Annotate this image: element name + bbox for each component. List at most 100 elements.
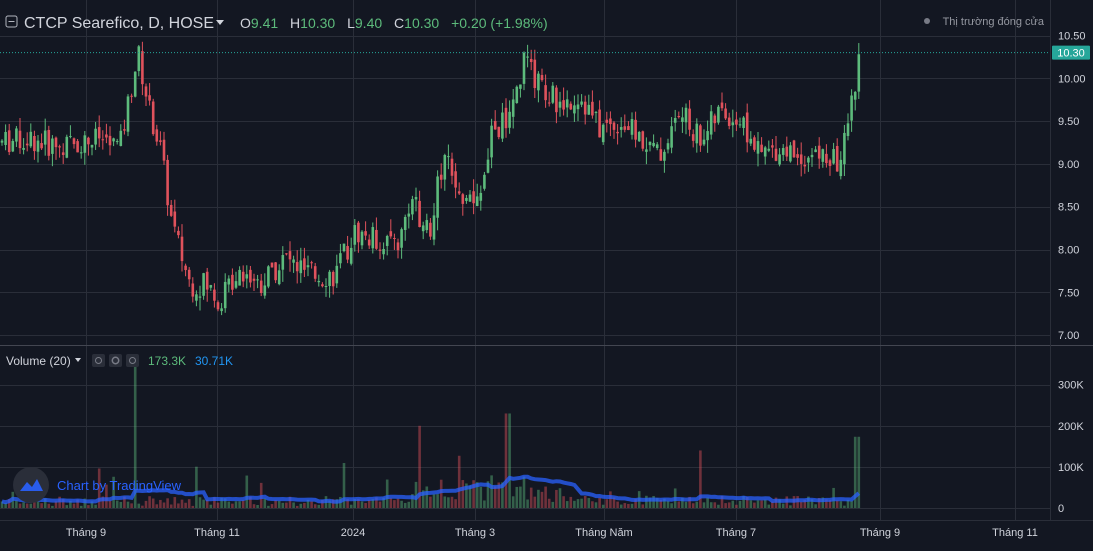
watermark-text: Chart by TradingView — [57, 478, 182, 493]
candle-body — [688, 108, 691, 130]
price-tick-label: 7.50 — [1058, 287, 1079, 299]
time-tick-label: 2024 — [341, 527, 365, 539]
price-tick-label: 8.00 — [1058, 245, 1079, 257]
candle-body — [105, 134, 108, 138]
candle-body — [616, 131, 619, 134]
volume-bar — [587, 498, 591, 508]
volume-bar — [605, 499, 609, 508]
candle-body — [839, 159, 843, 177]
volume-bar — [537, 489, 540, 508]
volume-bar — [569, 496, 573, 508]
volume-bar — [119, 501, 123, 508]
candle-body — [205, 271, 209, 290]
candle-body — [785, 146, 789, 157]
volume-bar — [238, 501, 241, 508]
candle-body — [429, 222, 432, 237]
candle-body — [220, 308, 223, 312]
volume-bar — [29, 503, 33, 508]
candle-body — [393, 237, 396, 239]
volume-bar — [814, 504, 817, 508]
volume-bar — [295, 505, 299, 508]
candle-body — [497, 126, 501, 138]
symbol-legend[interactable]: CTCP Searefico, D, HOSE O9.41 H10.30 L9.… — [5, 15, 548, 32]
candle-body — [580, 101, 583, 105]
volume-bar — [65, 505, 69, 508]
candle-body — [695, 123, 699, 144]
candle-body — [231, 274, 234, 290]
candle-body — [432, 215, 436, 240]
volume-bar — [483, 500, 486, 508]
candle-body — [555, 87, 558, 113]
volume-bar — [544, 486, 547, 508]
volume-bar — [781, 503, 785, 508]
volume-bar — [627, 503, 630, 508]
visibility-icon[interactable] — [92, 354, 105, 367]
volume-bar — [609, 491, 612, 508]
volume-bar — [713, 502, 717, 508]
candle-body — [303, 258, 306, 270]
settings-icon[interactable] — [109, 354, 122, 367]
volume-bar — [108, 500, 112, 508]
candle-body — [551, 85, 555, 103]
candle-body — [375, 229, 378, 249]
volume-bar — [738, 500, 742, 508]
volume-bar — [184, 502, 187, 508]
candle-body — [493, 121, 497, 130]
volume-bar — [159, 499, 162, 508]
candle-body — [501, 112, 504, 139]
candle-body — [609, 118, 612, 125]
volume-bar — [749, 500, 753, 508]
candle-body — [249, 269, 252, 283]
tradingview-chart[interactable]: 10.50 10.00 9.50 9.00 8.50 8.00 7.50 7.00 10.30… — [0, 0, 1093, 551]
candle-body — [472, 191, 475, 204]
candle-body — [51, 138, 54, 154]
candle-body — [130, 95, 133, 97]
volume-bar — [857, 436, 861, 508]
candle-body — [346, 246, 349, 260]
candle-body — [699, 125, 702, 146]
volume-label[interactable]: Volume (20) — [6, 354, 71, 368]
volume-bar — [591, 501, 594, 508]
volume-bar — [432, 494, 436, 508]
volume-bar — [202, 499, 205, 508]
volume-bar — [385, 479, 389, 508]
volume-legend[interactable]: Volume (20) 173.3K 30.71K — [6, 354, 233, 368]
volume-bar — [789, 505, 792, 508]
symbol-title[interactable]: CTCP Searefico, D, HOSE — [24, 15, 214, 32]
candle-body — [450, 158, 454, 176]
candle-body — [825, 153, 828, 164]
candle-body — [803, 164, 807, 167]
volume-bar — [562, 496, 565, 508]
market-status[interactable]: Thị trường đóng cửa — [924, 16, 1045, 28]
volume-bar — [479, 486, 483, 508]
candle-body — [133, 71, 137, 97]
high-value: 10.30 — [300, 15, 335, 31]
candle-body — [403, 216, 407, 231]
candle-body — [87, 137, 90, 145]
candle-body — [684, 107, 688, 123]
candle-body — [533, 59, 537, 89]
volume-bar — [403, 502, 407, 508]
candle-body — [11, 141, 15, 152]
candle-body — [630, 119, 634, 135]
volume-bar — [285, 502, 288, 508]
volume-bar — [317, 504, 321, 508]
more-icon[interactable] — [126, 354, 139, 367]
candle-body — [166, 159, 169, 206]
volume-bar — [72, 503, 76, 508]
volume-bar — [724, 503, 727, 508]
candle-body — [155, 129, 159, 142]
volume-bar — [533, 496, 537, 508]
volume-bar — [234, 501, 238, 508]
candle-body — [61, 152, 65, 155]
volume-bar — [303, 502, 306, 508]
candle-body — [418, 200, 421, 228]
candle-body — [90, 144, 94, 148]
price-tick-label: 9.50 — [1058, 116, 1079, 128]
candle-body — [407, 213, 411, 217]
candle-body — [108, 135, 112, 146]
candle-body — [317, 280, 321, 283]
candle-body — [641, 131, 645, 149]
volume-bar — [389, 498, 393, 508]
volume-bar — [349, 504, 353, 508]
